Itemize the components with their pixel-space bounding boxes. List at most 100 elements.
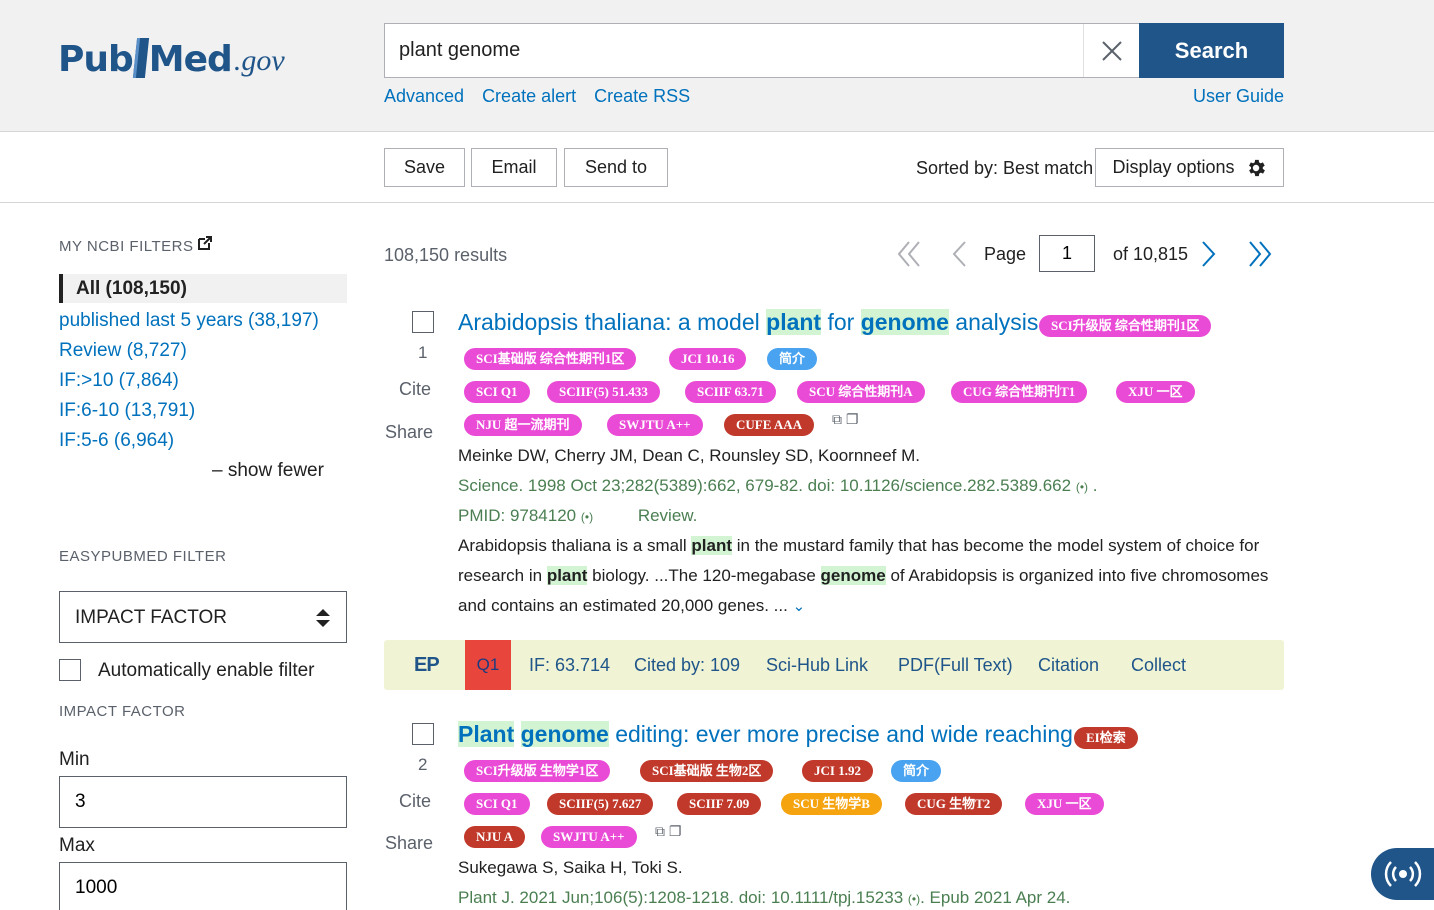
article-2-title[interactable]: Plant genome editing: ever more precise … [458, 721, 1079, 748]
journal-badge[interactable]: NJU A [464, 826, 526, 848]
article-1-cite-button[interactable]: Cite [399, 379, 431, 400]
auto-enable-checkbox[interactable] [59, 659, 81, 681]
journal-badge[interactable]: SCI升级版 综合性期刊1区 [1039, 315, 1212, 337]
journal-badge[interactable]: JCI 10.16 [669, 348, 747, 370]
article-1-title[interactable]: Arabidopsis thaliana: a model plant for … [458, 309, 1045, 336]
pdf-link[interactable]: PDF(Full Text) [898, 655, 1013, 676]
display-options-button[interactable]: Display options [1095, 148, 1284, 187]
filter-last-5-years[interactable]: published last 5 years (38,197) [59, 310, 319, 332]
journal-badge[interactable]: XJU 一区 [1025, 793, 1104, 815]
article-2-checkbox[interactable] [412, 723, 434, 745]
broadcast-icon[interactable]: (•) [581, 510, 593, 524]
article-2-share-button[interactable]: Share [385, 833, 433, 854]
snippet-highlight: plant [546, 566, 588, 585]
journal-badge[interactable]: XJU 一区 [1116, 381, 1195, 403]
broadcast-icon[interactable]: (•) [1076, 480, 1088, 494]
last-page-icon[interactable] [1248, 240, 1272, 268]
article-1-citation: Science. 1998 Oct 23;282(5389):662, 679-… [458, 476, 1098, 495]
journal-badge[interactable]: SCU 生物学B [781, 793, 882, 815]
impact-factor-heading: IMPACT FACTOR [59, 703, 186, 720]
citation-epub: . Epub 2021 Apr 24. [920, 888, 1071, 907]
journal-badge[interactable]: SCIIF 7.09 [677, 793, 762, 815]
article-1-number: 1 [418, 343, 428, 362]
journal-badge[interactable]: 简介 [767, 348, 818, 370]
header-links: Advanced Create alert Create RSS [384, 86, 690, 107]
journal-badge[interactable]: SCI升级版 生物学1区 [464, 760, 611, 782]
show-fewer-link[interactable]: – show fewer [212, 460, 324, 482]
journal-badge[interactable]: SCIIF(5) 51.433 [547, 381, 660, 403]
journal-badge[interactable]: NJU 超一流期刊 [464, 414, 582, 436]
easypubmed-bar: EP Q1 IF: 63.714 Cited by: 109 Sci-Hub L… [384, 640, 1284, 690]
min-input[interactable] [59, 776, 347, 828]
page-number-input[interactable] [1039, 235, 1095, 272]
broadcast-icon [1384, 861, 1421, 887]
journal-badge[interactable]: SCI Q1 [464, 381, 530, 403]
journal-badge[interactable]: JCI 1.92 [802, 760, 873, 782]
journal-badge[interactable]: SCI基础版 生物2区 [640, 760, 774, 782]
journal-badge[interactable]: SWJTU A++ [607, 414, 703, 436]
journal-badge[interactable]: SCIIF(5) 7.627 [547, 793, 654, 815]
pubmed-logo[interactable]: Pub Med .gov [58, 22, 285, 80]
min-label: Min [59, 749, 90, 770]
filter-if-5-6[interactable]: IF:5-6 (6,964) [59, 430, 174, 452]
journal-badge[interactable]: CUG 综合性期刊T1 [951, 381, 1088, 403]
expand-snippet-icon[interactable]: ⌄ [793, 598, 806, 615]
email-button[interactable]: Email [471, 148, 557, 187]
sort-label[interactable]: Sorted by: Best match [916, 158, 1093, 179]
translate-copy-icons[interactable]: ⧉ ❐ [655, 823, 681, 840]
translate-copy-icons[interactable]: ⧉ ❐ [832, 411, 858, 428]
prev-page-icon[interactable] [951, 240, 967, 268]
impact-factor-select[interactable]: IMPACT FACTOR [59, 591, 347, 643]
title-text: for [821, 309, 861, 335]
results-count: 108,150 results [384, 245, 508, 265]
snippet-highlight: plant [691, 536, 733, 555]
journal-badge[interactable]: SCIIF 63.71 [685, 381, 776, 403]
cited-by-link[interactable]: Cited by: 109 [634, 655, 740, 676]
article-2-number: 2 [418, 755, 428, 774]
journal-badge[interactable]: 简介 [891, 760, 942, 782]
collect-link[interactable]: Collect [1131, 655, 1186, 676]
journal-badge[interactable]: CUFE AAA [724, 414, 815, 436]
journal-badge[interactable]: CUG 生物T2 [905, 793, 1003, 815]
article-1-snippet: Arabidopsis thaliana is a small plant in… [458, 531, 1278, 622]
create-alert-link[interactable]: Create alert [482, 86, 576, 107]
title-highlight: genome [520, 721, 609, 747]
scihub-link[interactable]: Sci-Hub Link [766, 655, 868, 676]
filter-all[interactable]: All (108,150) [59, 274, 347, 303]
title-text: Arabidopsis thaliana: a model [458, 309, 767, 335]
advanced-link[interactable]: Advanced [384, 86, 464, 107]
article-2-cite-button[interactable]: Cite [399, 791, 431, 812]
article-1-authors: Meinke DW, Cherry JM, Dean C, Rounsley S… [458, 446, 920, 465]
title-text: analysis. [948, 309, 1045, 335]
journal-badge[interactable]: SCI Q1 [464, 793, 530, 815]
logo-med: Med [148, 39, 233, 80]
journal-badge[interactable]: EI检索 [1074, 727, 1138, 749]
search-input[interactable] [399, 24, 1079, 77]
filter-if-over-10[interactable]: IF:>10 (7,864) [59, 370, 179, 392]
user-guide-link[interactable]: User Guide [1193, 86, 1284, 107]
journal-badge[interactable]: SCU 综合性期刊A [797, 381, 925, 403]
filter-if-6-10[interactable]: IF:6-10 (13,791) [59, 400, 195, 422]
floating-broadcast-button[interactable] [1371, 848, 1434, 900]
filter-review[interactable]: Review (8,727) [59, 340, 187, 362]
search-box [384, 23, 1140, 78]
max-input[interactable] [59, 862, 347, 910]
search-button[interactable]: Search [1139, 23, 1284, 78]
external-link-icon[interactable] [197, 235, 213, 251]
snippet-text: Arabidopsis thaliana is a small [458, 536, 692, 555]
snippet-text: biology. ...The 120-megabase [587, 566, 821, 585]
clear-search-button[interactable] [1083, 24, 1139, 77]
article-2-citation: Plant J. 2021 Jun;106(5):1208-1218. doi:… [458, 888, 1070, 908]
article-1-checkbox[interactable] [412, 311, 434, 333]
create-rss-link[interactable]: Create RSS [594, 86, 690, 107]
sort-arrows-icon [316, 609, 330, 627]
send-to-button[interactable]: Send to [564, 148, 668, 187]
next-page-icon[interactable] [1201, 240, 1217, 268]
article-1-share-button[interactable]: Share [385, 422, 433, 443]
first-page-icon[interactable] [897, 240, 921, 268]
save-button[interactable]: Save [384, 148, 465, 187]
citation-link[interactable]: Citation [1038, 655, 1099, 676]
broadcast-icon[interactable]: (•) [908, 892, 920, 906]
journal-badge[interactable]: SCI基础版 综合性期刊1区 [464, 348, 637, 370]
journal-badge[interactable]: SWJTU A++ [541, 826, 637, 848]
